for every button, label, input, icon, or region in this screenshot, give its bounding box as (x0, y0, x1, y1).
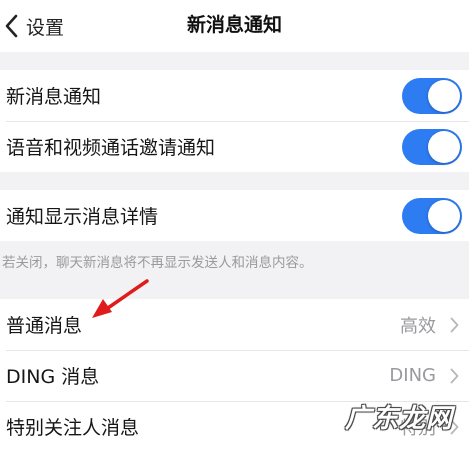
annotation-arrow-icon (92, 279, 149, 318)
watermark-logo: 广东龙网 (344, 404, 453, 434)
